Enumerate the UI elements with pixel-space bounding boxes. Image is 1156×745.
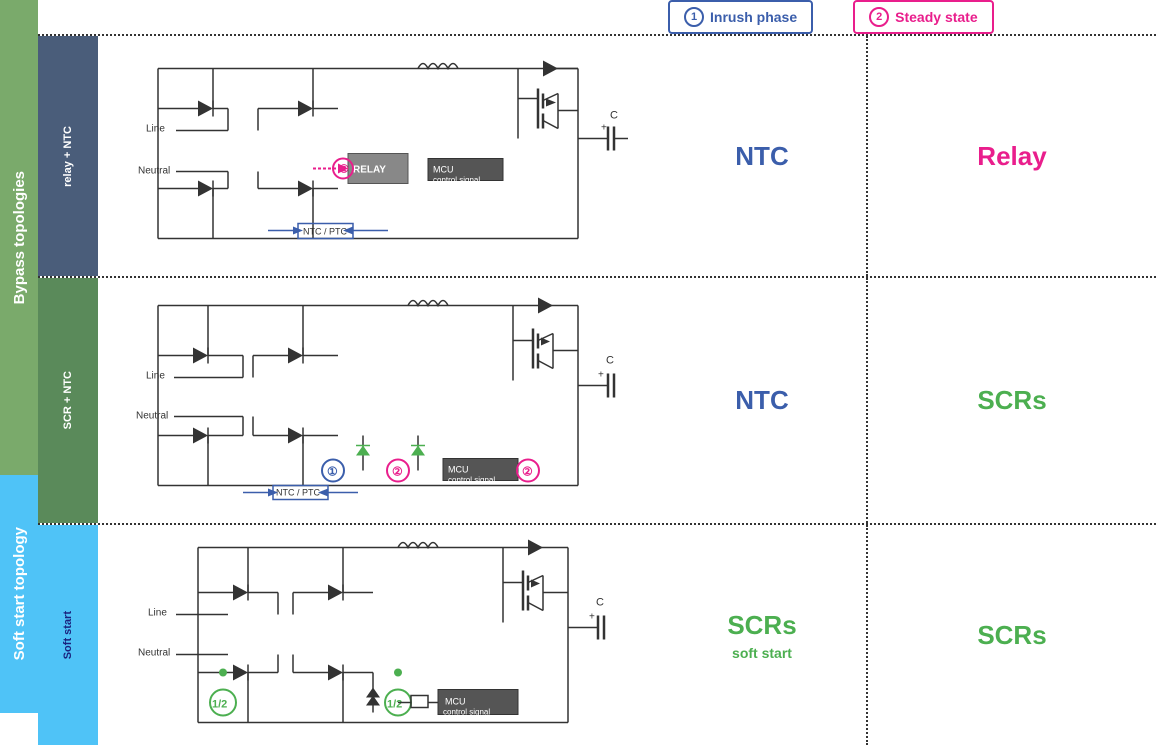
bypass-label-bg: Bypass topologies: [0, 0, 38, 475]
row-soft-start: Soft start: [38, 525, 1156, 745]
svg-text:+: +: [589, 612, 595, 623]
left-labels: Bypass topologies Soft start topology: [0, 0, 38, 713]
svg-text:Neutral: Neutral: [138, 166, 170, 177]
soft-label: Soft start topology: [11, 527, 28, 660]
labels-relay-ntc: NTC: [658, 36, 868, 276]
inrush-result-2: NTC: [735, 385, 788, 416]
sub-label-soft: Soft start: [38, 525, 98, 745]
svg-text:MCU: MCU: [448, 465, 469, 475]
svg-text:NTC / PTC: NTC / PTC: [303, 227, 347, 237]
inrush-result-1: NTC: [735, 141, 788, 172]
svg-text:②: ②: [522, 465, 533, 479]
circuit-soft: C + Line Neutral: [98, 525, 658, 745]
inrush-result-3: SCRs: [727, 610, 796, 641]
inrush-sub-3: soft start: [732, 645, 792, 661]
svg-text:MCU: MCU: [433, 165, 454, 175]
sub-label-soft-text: Soft start: [62, 611, 74, 659]
svg-text:+: +: [601, 123, 607, 134]
svg-text:+: +: [598, 370, 604, 381]
bypass-label: Bypass topologies: [11, 171, 28, 304]
rows-area: relay + NTC: [38, 36, 1156, 745]
content-area: 1 Inrush phase 2 Steady state relay + NT…: [38, 0, 1156, 713]
circuit-relay-ntc: C +: [98, 36, 658, 276]
labels-scr-ntc: NTC: [658, 278, 868, 523]
sub-label-relay-text: relay + NTC: [62, 126, 74, 187]
row-scr-ntc: SCR + NTC: [38, 278, 1156, 525]
svg-text:C: C: [596, 597, 604, 609]
sub-label-scr: SCR + NTC: [38, 278, 98, 523]
svg-text:Line: Line: [146, 124, 165, 135]
circuit-svg-3: C + Line Neutral: [98, 525, 658, 745]
main-container: Bypass topologies Soft start topology 1 …: [0, 0, 1156, 713]
header-row: 1 Inrush phase 2 Steady state: [38, 0, 1156, 36]
svg-text:control signal: control signal: [433, 176, 480, 185]
steady-badge: 2 Steady state: [853, 0, 993, 34]
steady-num: 2: [869, 7, 889, 27]
sub-label-scr-text: SCR + NTC: [62, 371, 74, 429]
svg-text:RELAY: RELAY: [353, 165, 386, 176]
svg-text:①: ①: [327, 465, 338, 479]
row-relay-ntc: relay + NTC: [38, 36, 1156, 278]
inrush-num: 1: [684, 7, 704, 27]
result-scr-ntc: SCRs: [868, 278, 1156, 523]
header-badges: 1 Inrush phase 2 Steady state: [658, 0, 994, 34]
svg-text:1/2: 1/2: [387, 699, 402, 711]
svg-text:Neutral: Neutral: [138, 648, 170, 659]
circuit-svg-1: C +: [98, 36, 658, 276]
svg-text:NTC / PTC: NTC / PTC: [276, 488, 320, 498]
circuit-scr-ntc: C +: [98, 278, 658, 523]
svg-text:C: C: [610, 110, 618, 122]
svg-text:1/2: 1/2: [212, 699, 227, 711]
svg-text:②: ②: [392, 465, 403, 479]
svg-text:Neutral: Neutral: [136, 411, 168, 422]
svg-text:control signal: control signal: [443, 708, 490, 717]
sub-label-relay: relay + NTC: [38, 36, 98, 276]
inrush-label: Inrush phase: [710, 9, 797, 25]
steady-result-2: SCRs: [977, 385, 1046, 416]
steady-result-1: Relay: [977, 141, 1046, 172]
inrush-badge: 1 Inrush phase: [668, 0, 813, 34]
svg-text:Line: Line: [148, 608, 167, 619]
svg-text:C: C: [606, 355, 614, 367]
soft-label-bg: Soft start topology: [0, 475, 38, 713]
steady-label: Steady state: [895, 9, 977, 25]
labels-soft: SCRs soft start: [658, 525, 868, 745]
svg-text:Line: Line: [146, 371, 165, 382]
result-relay-ntc: Relay: [868, 36, 1156, 276]
svg-text:MCU: MCU: [445, 697, 466, 707]
steady-result-3: SCRs: [977, 620, 1046, 651]
svg-text:control signal: control signal: [448, 476, 495, 485]
result-soft: SCRs: [868, 525, 1156, 745]
circuit-svg-2: C +: [98, 278, 658, 523]
